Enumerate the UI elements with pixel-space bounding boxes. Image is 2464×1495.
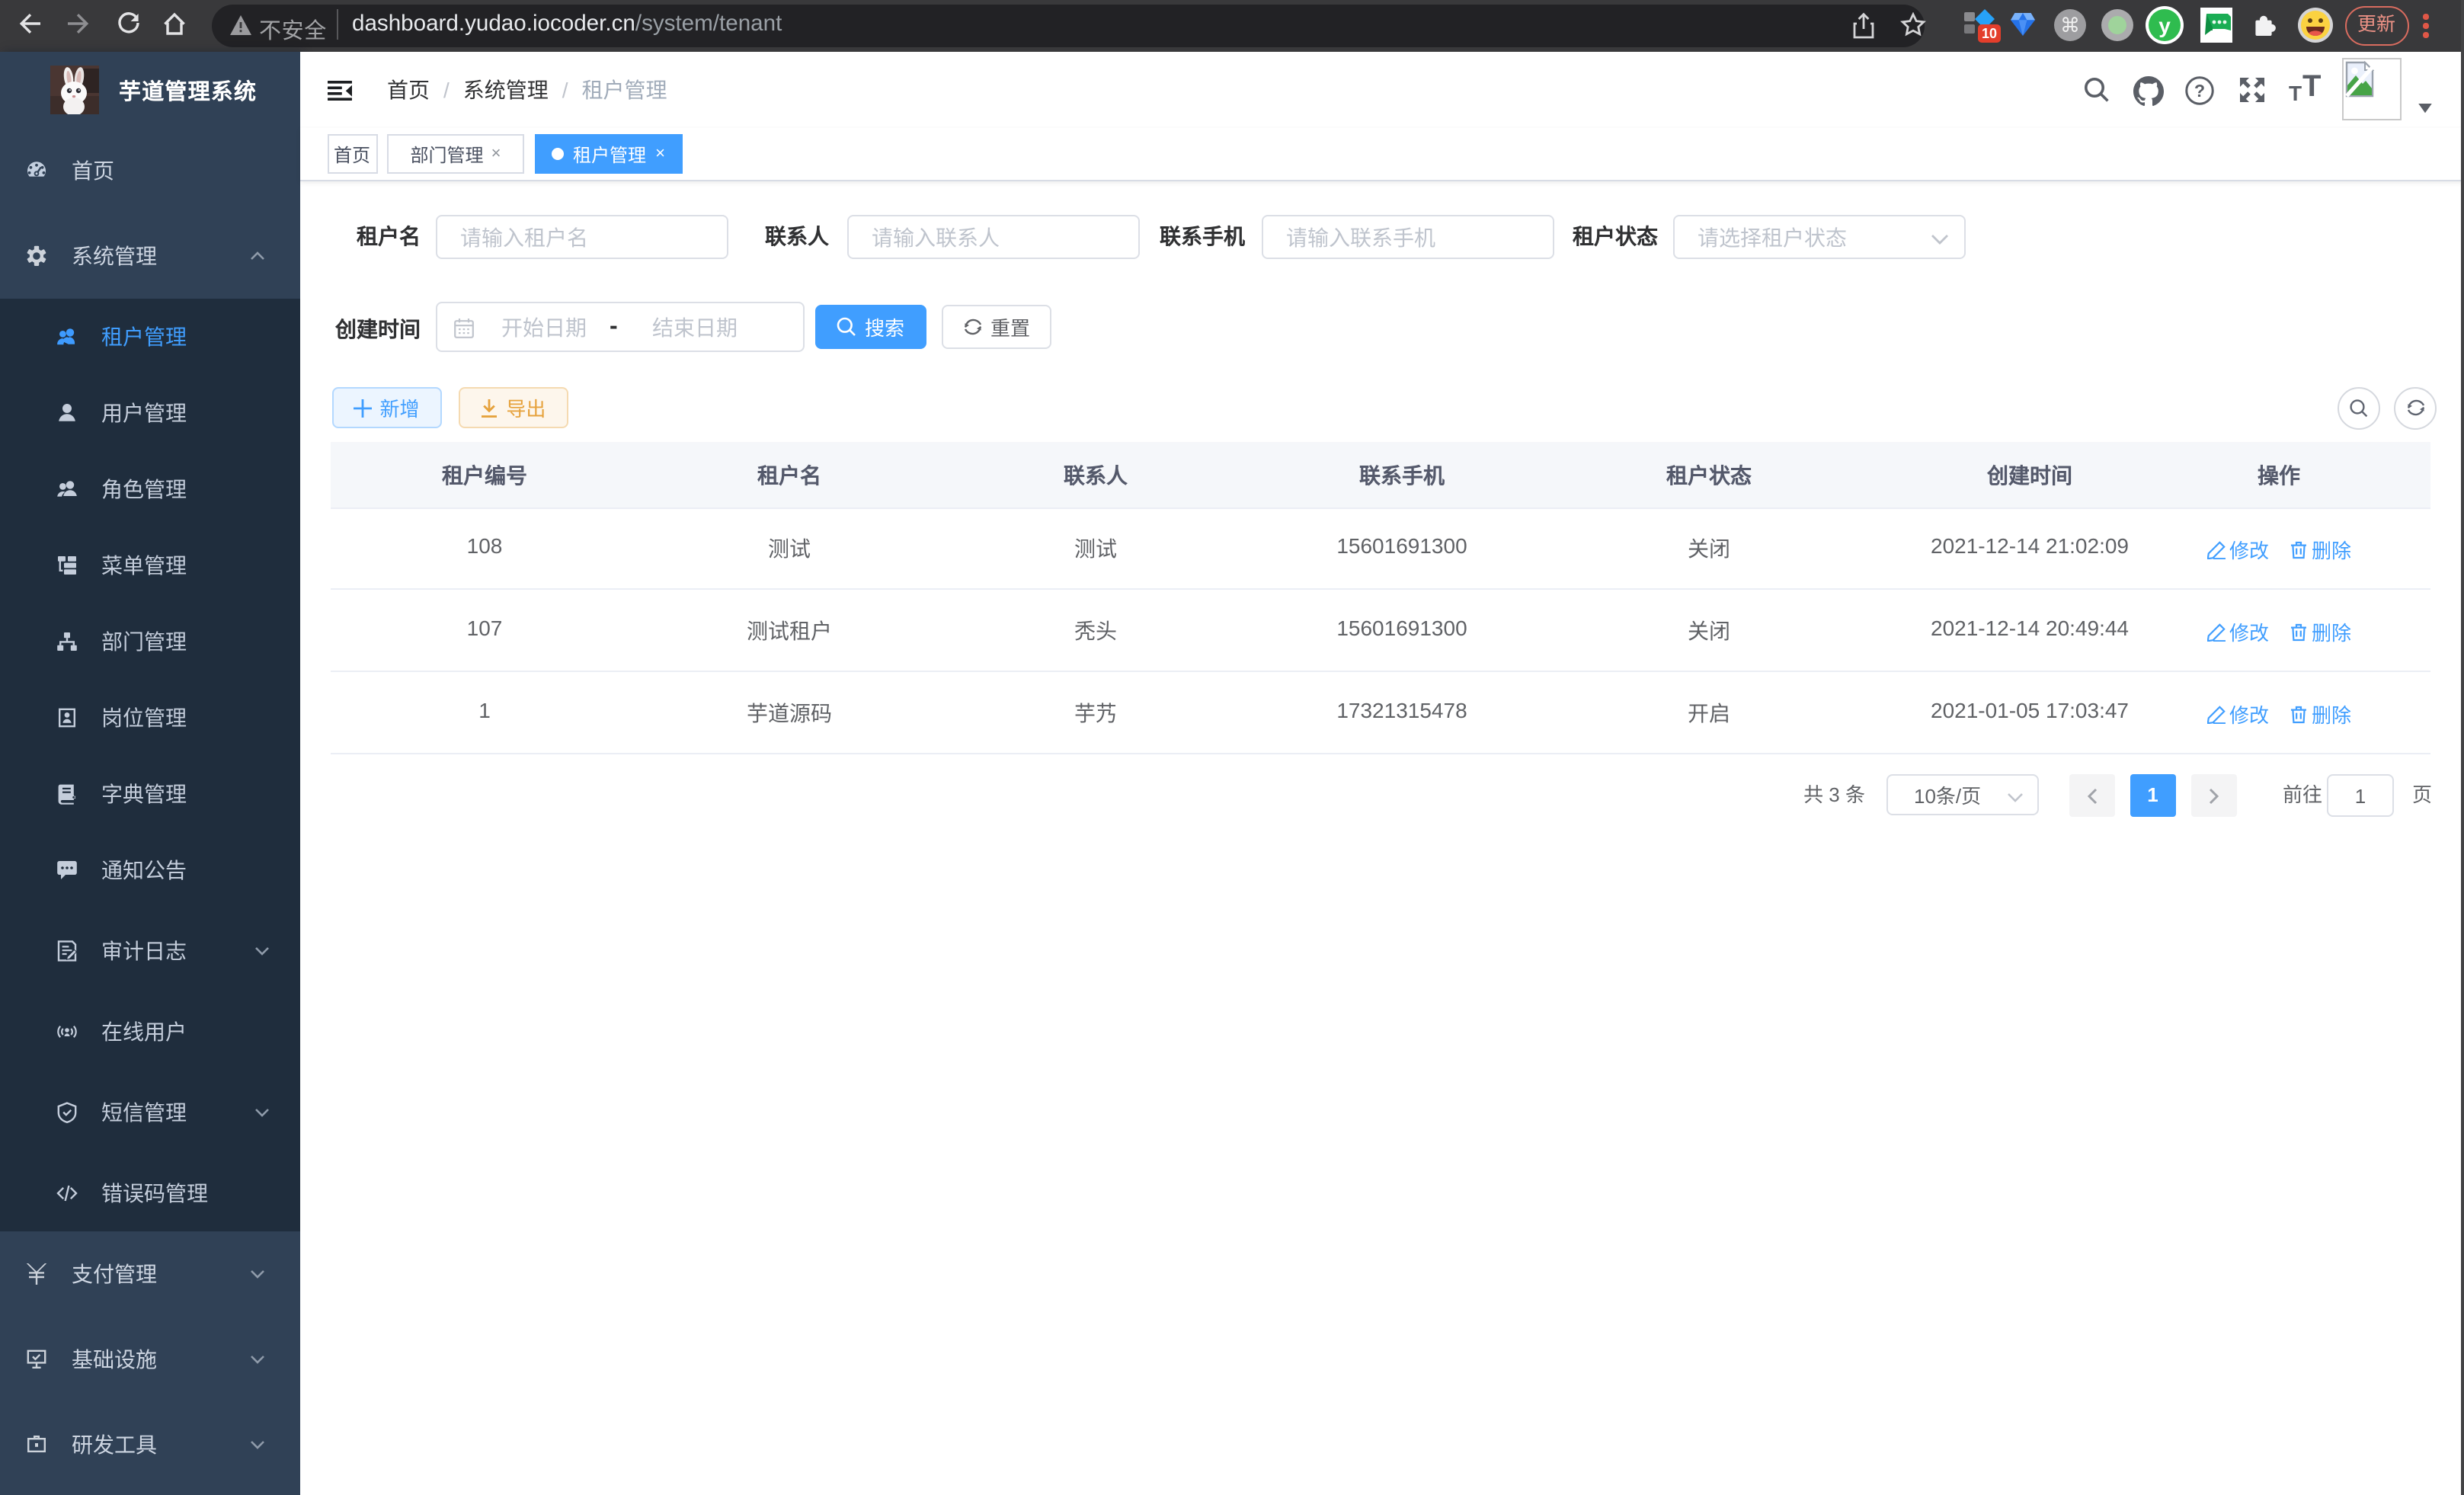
svg-text:⌘: ⌘ [2060,14,2080,37]
svg-text:?: ? [2194,81,2205,101]
svg-text:y: y [2158,14,2171,37]
